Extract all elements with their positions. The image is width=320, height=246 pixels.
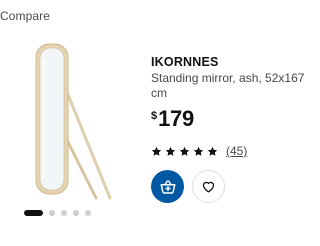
- product-actions: [151, 170, 225, 203]
- product-card: Compare IKORNNES Standing mirror, ash, 5…: [0, 0, 320, 246]
- add-to-cart-icon: [160, 179, 175, 194]
- star-icon: [165, 146, 176, 156]
- add-to-cart-button[interactable]: [151, 170, 184, 203]
- product-description: Standing mirror, ash, 52x167 cm: [151, 71, 305, 100]
- carousel-dot-1[interactable]: [24, 210, 43, 216]
- carousel-dot-3[interactable]: [61, 210, 67, 216]
- product-name[interactable]: IKORNNES: [151, 55, 316, 70]
- price-currency: $: [151, 110, 158, 122]
- mirror-illustration: [35, 43, 112, 200]
- favorite-button[interactable]: [192, 170, 225, 203]
- product-rating: (45): [151, 144, 247, 158]
- product-price: $ 179: [151, 107, 316, 131]
- star-icon: [207, 146, 218, 156]
- product-image[interactable]: [28, 40, 118, 200]
- image-carousel-dots: [24, 209, 91, 217]
- star-icon: [193, 146, 204, 156]
- heart-icon: [202, 181, 215, 193]
- carousel-dot-4[interactable]: [73, 210, 79, 216]
- product-info: IKORNNES Standing mirror, ash, 52x167 cm…: [151, 55, 316, 131]
- rating-stars: [151, 146, 218, 157]
- price-amount: 179: [158, 106, 194, 131]
- star-icon: [151, 146, 162, 156]
- review-count-link[interactable]: (45): [226, 144, 247, 158]
- carousel-dot-5[interactable]: [85, 210, 91, 216]
- compare-label[interactable]: Compare: [0, 9, 50, 23]
- carousel-dot-2[interactable]: [49, 210, 55, 216]
- star-icon: [179, 146, 190, 156]
